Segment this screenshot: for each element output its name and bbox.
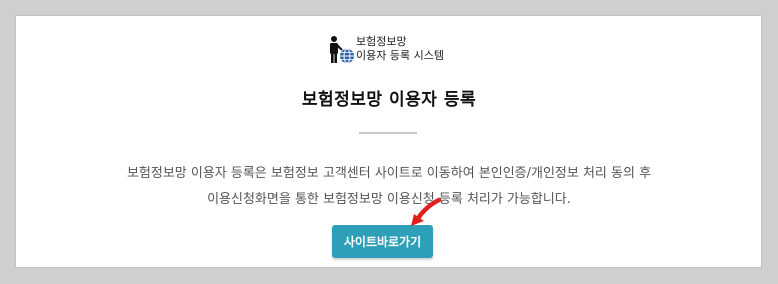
description-line-1: 보험정보망 이용자 등록은 보험정보 고객센터 사이트로 이동하여 본인인증/개… — [126, 166, 652, 181]
logo-text: 보험정보망 이용자 등록 시스템 — [356, 35, 444, 63]
person-globe-icon — [330, 36, 354, 64]
page-title: 보험정보망 이용자 등록 — [301, 90, 477, 110]
title-divider — [359, 132, 417, 134]
description: 보험정보망 이용자 등록은 보험정보 고객센터 사이트로 이동하여 본인인증/개… — [0, 161, 778, 213]
logo: 보험정보망 이용자 등록 시스템 — [326, 35, 456, 65]
description-line-2: 이용신청화면을 통한 보험정보망 이용신청 등록 처리가 가능합니다. — [207, 192, 571, 207]
screenshot-frame: 보험정보망 이용자 등록 시스템 보험정보망 이용자 등록 보험정보망 이용자 … — [0, 0, 778, 284]
annotation-arrow-icon — [411, 197, 442, 226]
logo-line-1: 보험정보망 — [356, 35, 407, 48]
logo-line-2: 이용자 등록 시스템 — [356, 49, 444, 62]
